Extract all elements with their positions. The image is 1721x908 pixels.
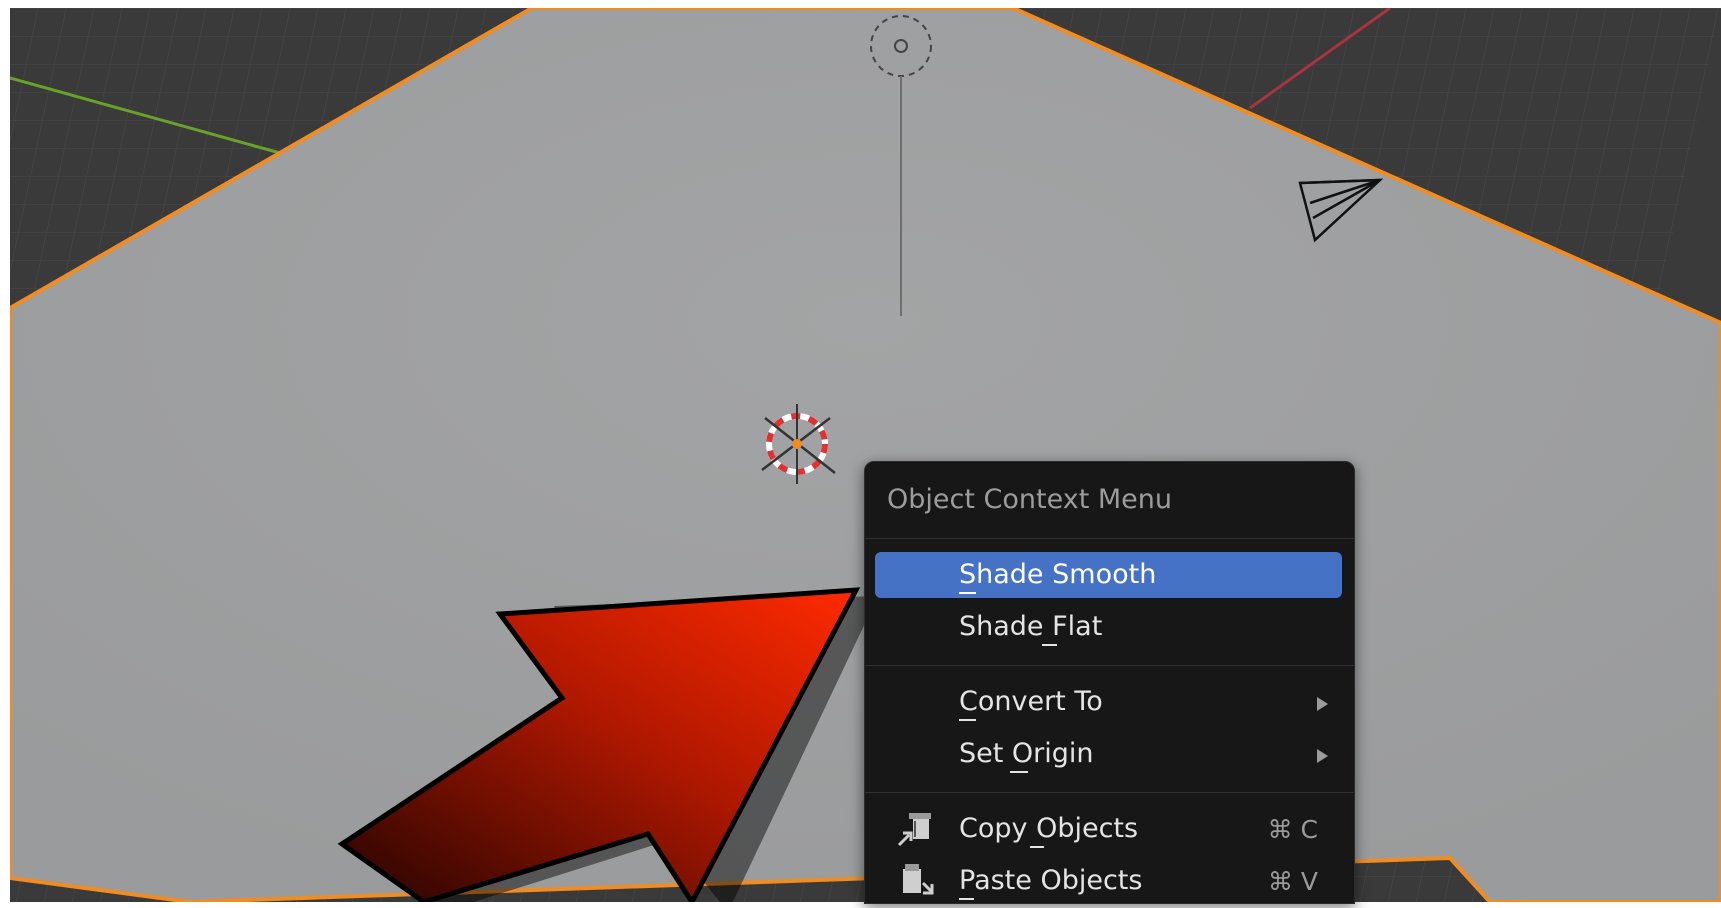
menu-item-label: Set Origin <box>959 738 1094 769</box>
object-context-menu: Object Context Menu Shade Smooth Shade F… <box>864 461 1355 904</box>
menu-item-label: Shade Flat <box>959 611 1103 642</box>
mnemonic-underline <box>1010 771 1028 773</box>
menu-item-shade-smooth[interactable]: Shade Smooth <box>875 552 1342 598</box>
submenu-arrow-icon <box>1317 697 1328 711</box>
menu-item-label: Convert To <box>959 686 1103 717</box>
menu-item-label: Copy Objects <box>959 813 1139 844</box>
menu-separator <box>865 665 1354 666</box>
menu-item-paste-objects[interactable]: Paste Objects ⌘ V <box>875 858 1342 904</box>
mnemonic-underline <box>959 592 976 594</box>
menu-item-shade-flat[interactable]: Shade Flat <box>875 604 1342 650</box>
mnemonic-underline <box>959 719 976 721</box>
mnemonic-underline <box>1030 846 1044 848</box>
menu-item-label: Shade Smooth <box>959 559 1157 590</box>
shortcut-label: ⌘ V <box>1267 867 1318 896</box>
paste-objects-icon <box>895 861 939 901</box>
shortcut-label: ⌘ C <box>1267 815 1318 844</box>
submenu-arrow-icon <box>1317 749 1328 763</box>
menu-item-convert-to[interactable]: Convert To <box>875 679 1342 725</box>
copy-objects-icon <box>895 809 939 849</box>
mnemonic-underline <box>1042 644 1057 646</box>
menu-item-label: Paste Objects <box>959 865 1143 896</box>
mnemonic-underline <box>959 898 974 900</box>
menu-separator <box>865 792 1354 793</box>
menu-item-copy-objects[interactable]: Copy Objects ⌘ C <box>875 806 1342 852</box>
menu-separator <box>865 538 1354 539</box>
menu-item-set-origin[interactable]: Set Origin <box>875 731 1342 777</box>
menu-title: Object Context Menu <box>887 484 1173 515</box>
